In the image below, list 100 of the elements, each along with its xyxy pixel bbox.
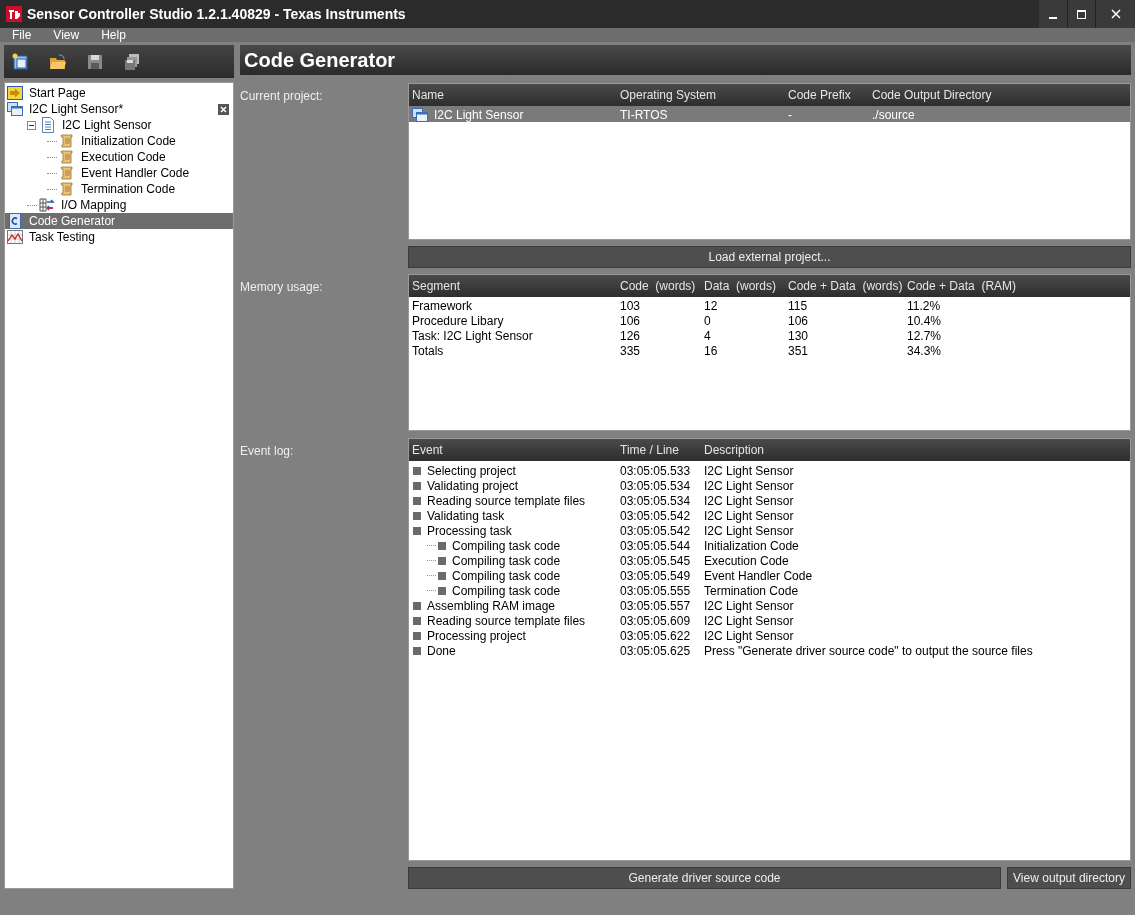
scroll-icon — [59, 149, 75, 165]
windows-stack-icon — [7, 101, 23, 117]
bullet-icon — [413, 511, 421, 520]
menu-item[interactable]: File — [6, 26, 38, 44]
collapse-toggle[interactable] — [27, 120, 36, 130]
minimize-button[interactable] — [1039, 0, 1067, 28]
new-project-icon[interactable] — [12, 52, 30, 71]
save-all-icon[interactable] — [123, 52, 141, 71]
table-cell-text: 4 — [703, 328, 712, 346]
tree-item[interactable]: Start Page — [5, 85, 233, 101]
arrow-page-icon — [7, 85, 23, 101]
tree-item[interactable]: Task Testing — [5, 229, 233, 245]
tree-item[interactable]: I2C Light Sensor* — [5, 101, 233, 117]
time-cell-text: 03:05:05.625 — [619, 642, 692, 660]
close-button[interactable] — [1095, 0, 1135, 28]
table-cell-text: 34.3% — [906, 343, 943, 361]
section-label: Event log: — [240, 442, 295, 460]
maximize-button[interactable] — [1067, 0, 1095, 28]
description-cell-text: I2C Light Sensor — [703, 493, 795, 510]
tree-label: I/O Mapping — [61, 197, 127, 214]
tree-item[interactable]: Event Handler Code — [5, 165, 233, 181]
column-header: Event — [411, 441, 444, 459]
event-cell-text: Reading source template files — [427, 613, 586, 630]
table-cell-text: 12 — [703, 298, 719, 316]
table-cell-text: - — [788, 107, 792, 124]
table-cell-text: 10.4% — [906, 313, 943, 331]
table-cell-text: 335 — [619, 343, 642, 361]
description-cell-text: I2C Light Sensor — [703, 508, 795, 525]
description-cell-text: I2C Light Sensor — [703, 628, 795, 645]
bullet-icon — [438, 586, 446, 595]
bullet-icon — [413, 466, 421, 475]
generate-button[interactable]: Generate driver source code — [408, 866, 1001, 889]
tree-item[interactable]: Initialization Code — [5, 133, 233, 149]
line-chart-icon — [7, 229, 23, 245]
description-cell-text: I2C Light Sensor — [703, 478, 795, 495]
column-header: Operating System — [619, 87, 718, 104]
tree-item[interactable]: Code Generator — [5, 213, 233, 229]
table-cell-text: Framework — [411, 298, 473, 316]
section-label: Memory usage: — [240, 279, 324, 297]
document-icon — [40, 117, 56, 133]
bullet-icon — [438, 541, 446, 550]
save-icon[interactable] — [86, 52, 104, 71]
load-project-button[interactable]: Load external project... — [408, 246, 1131, 268]
description-cell-text: Event Handler Code — [703, 567, 814, 585]
bullet-icon — [413, 601, 421, 610]
tree-item[interactable]: I2C Light Sensor — [5, 117, 233, 133]
bullet-icon — [413, 646, 421, 655]
table-cell-text: 351 — [787, 343, 810, 361]
bullet-icon — [413, 631, 421, 640]
tree-label: I2C Light Sensor* — [29, 101, 124, 118]
table-cell-text: 115 — [787, 298, 809, 316]
table-cell-text: 11.2% — [906, 298, 942, 316]
event-cell-text: Validating project — [427, 478, 519, 495]
table-cell-text: 126 — [619, 328, 642, 346]
event-cell-text: Validating task — [427, 508, 505, 525]
time-cell-text: 03:05:05.542 — [619, 522, 692, 540]
column-header: Name — [411, 87, 445, 104]
table-cell-text: 103 — [619, 298, 642, 316]
time-cell-text: 03:05:05.534 — [619, 477, 692, 495]
tree-item[interactable]: Termination Code — [5, 181, 233, 197]
time-cell-text: 03:05:05.534 — [619, 492, 692, 510]
c-file-icon — [7, 213, 23, 229]
table-cell-text: TI-RTOS — [620, 107, 668, 124]
event-cell-text: Compiling task code — [452, 553, 561, 570]
column-header: Description — [703, 441, 766, 459]
table-cell-text: Procedure Libary — [411, 313, 505, 331]
tree-item[interactable]: I/O Mapping — [5, 197, 233, 213]
tree-item[interactable]: Execution Code — [5, 149, 233, 165]
scroll-icon — [59, 181, 75, 197]
table-cell-text: Totals — [411, 343, 445, 361]
description-cell-text: I2C Light Sensor — [703, 613, 795, 630]
scroll-icon — [59, 133, 75, 149]
menu-item[interactable]: Help — [95, 26, 132, 44]
column-header: Data (words) — [703, 278, 778, 296]
tree-label: Start Page — [29, 85, 86, 102]
folder-icon[interactable] — [49, 52, 67, 71]
tree-label: Code Generator — [29, 213, 116, 230]
description-cell-text: I2C Light Sensor — [703, 597, 795, 615]
description-cell-text: Execution Code — [703, 552, 790, 570]
tree-label: Task Testing — [29, 229, 95, 246]
table-cell-text: 16 — [703, 343, 719, 361]
table-cell-text: 106 — [619, 313, 642, 331]
column-header: Code (words) — [619, 278, 697, 296]
bullet-icon — [413, 526, 421, 535]
close-icon[interactable] — [218, 103, 229, 115]
bullet-icon — [413, 616, 421, 625]
view-output-button[interactable]: View output directory — [1007, 866, 1131, 889]
close-icon — [1110, 9, 1121, 19]
bullet-icon — [413, 481, 421, 490]
description-cell-text: Initialization Code — [703, 538, 800, 555]
description-cell-text: Press "Generate driver source code" to output the source files — [703, 643, 1034, 660]
event-cell-text: Processing task — [427, 523, 512, 540]
table-cell-text: 130 — [787, 328, 810, 346]
menu-item[interactable]: View — [47, 26, 86, 44]
tree-label: I2C Light Sensor — [62, 117, 152, 134]
event-cell-text: Processing project — [427, 628, 526, 645]
tree-label: Event Handler Code — [81, 165, 190, 182]
description-cell-text: I2C Light Sensor — [703, 462, 795, 480]
page-title: Code Generator — [244, 48, 396, 73]
table-row[interactable]: I2C Light Sensor TI-RTOS - ./source — [409, 106, 1130, 122]
